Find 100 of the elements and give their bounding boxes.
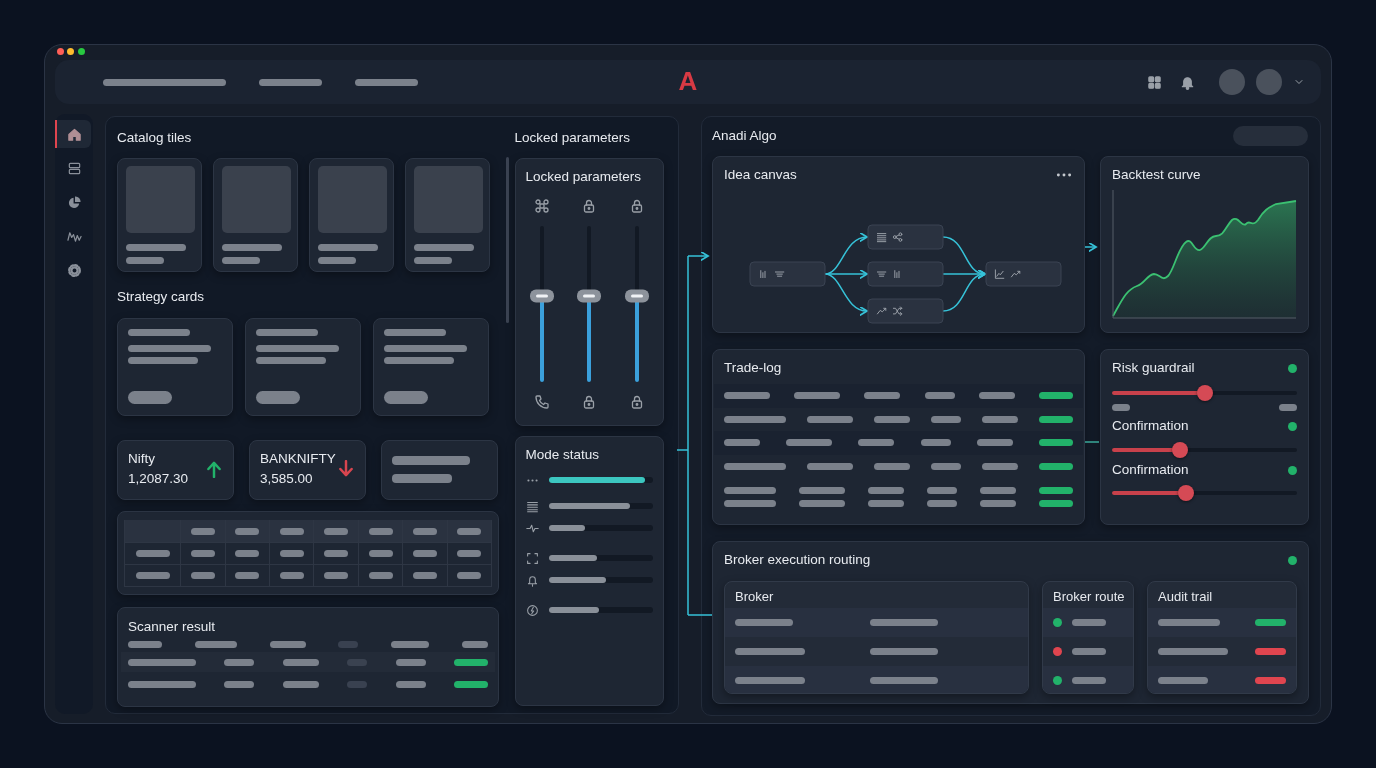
placeholder-bar — [1038, 392, 1073, 400]
placeholder-bar — [462, 640, 488, 648]
table-header: Broker — [734, 588, 775, 606]
placeholder-bar — [395, 658, 426, 666]
lock-icon — [629, 394, 645, 410]
slider-thumb[interactable] — [529, 289, 554, 303]
catalog-tile[interactable] — [405, 158, 490, 272]
apps-icon[interactable] — [1147, 74, 1162, 90]
placeholder-bar — [126, 244, 186, 251]
placeholder-bar — [191, 550, 216, 558]
card-title: Trade-log — [723, 359, 783, 377]
window-control[interactable] — [67, 48, 75, 55]
sidebar-item[interactable] — [55, 120, 91, 148]
phone-icon — [533, 394, 550, 410]
placeholder-bar — [453, 658, 488, 666]
placeholder-bar — [980, 487, 1016, 494]
placeholder-bar — [324, 550, 349, 558]
placeholder-bar — [724, 439, 760, 447]
placeholder-bar — [724, 392, 770, 400]
placeholder-bar — [1072, 677, 1106, 684]
slider-thumb[interactable] — [1178, 485, 1194, 501]
lines-icon — [876, 271, 887, 277]
card-title: Idea canvas — [724, 166, 797, 184]
placeholder-bar — [368, 550, 393, 558]
placeholder-bar — [1158, 619, 1220, 626]
slider-thumb[interactable] — [1196, 385, 1213, 401]
ticker-card[interactable]: Nifty 1,2087.30 — [117, 440, 234, 500]
placeholder-bar — [391, 640, 430, 648]
card-title: Backtest curve — [1112, 166, 1202, 184]
ticker-value: 1,2087.30 — [128, 470, 189, 488]
shuffle-icon — [892, 306, 903, 316]
connector-line — [1085, 440, 1099, 443]
strategy-card[interactable] — [245, 318, 361, 416]
command-icon — [533, 198, 550, 214]
placeholder-bar — [224, 658, 255, 666]
share-icon — [892, 232, 903, 242]
placeholder-bar — [191, 528, 216, 535]
placeholder-bar — [931, 415, 961, 423]
placeholder-bar — [279, 528, 304, 535]
scrollbar[interactable] — [505, 157, 509, 323]
strategy-card[interactable] — [117, 318, 233, 416]
ticker-name: BANKNIFTY — [260, 450, 336, 468]
placeholder-bar — [347, 680, 368, 688]
placeholder-bar — [384, 329, 446, 336]
settings-icon — [66, 262, 82, 278]
slider-thumb[interactable] — [625, 289, 649, 303]
placeholder-bar — [222, 257, 260, 264]
bars-icon — [894, 270, 900, 279]
slider-thumb[interactable] — [1172, 442, 1189, 458]
placeholder-bar — [368, 572, 393, 580]
flow-node[interactable] — [749, 261, 826, 287]
ticker-card[interactable] — [381, 440, 498, 500]
placeholder-bar — [194, 640, 237, 648]
placeholder-bar — [807, 462, 853, 470]
placeholder-bar — [1039, 415, 1073, 423]
section-title: Locked parameters — [514, 129, 632, 147]
placeholder-bar — [870, 677, 938, 684]
placeholder-bar — [864, 392, 901, 400]
placeholder-bar — [1158, 648, 1228, 655]
placeholder-bar — [412, 572, 437, 580]
flow-node[interactable] — [867, 261, 944, 287]
ticker-card[interactable]: BANKNIFTY 3,585.00 — [249, 440, 366, 500]
placeholder-bar — [191, 572, 216, 580]
strategy-card[interactable] — [373, 318, 489, 416]
connector-arrow — [1084, 241, 1097, 252]
tile-image-placeholder — [318, 166, 387, 233]
placeholder-pill — [128, 391, 172, 404]
catalog-tile[interactable] — [213, 158, 298, 272]
list-icon — [525, 499, 539, 513]
flow-node[interactable] — [985, 261, 1062, 287]
slider-label: Confirmation — [1112, 417, 1189, 435]
placeholder-bar — [799, 487, 845, 494]
server-icon — [66, 160, 82, 176]
placeholder-bar — [282, 658, 319, 666]
placeholder-bar — [135, 572, 170, 580]
placeholder-bar — [870, 648, 938, 655]
placeholder-bar — [235, 528, 260, 535]
flow-node[interactable] — [867, 298, 944, 324]
window-control[interactable] — [77, 48, 85, 55]
placeholder-bar — [347, 658, 368, 666]
placeholder-bar — [980, 500, 1016, 507]
slider-thumb[interactable] — [577, 289, 602, 303]
window-control[interactable] — [57, 48, 64, 55]
placeholder-bar — [414, 257, 452, 264]
flow-node[interactable] — [867, 224, 944, 250]
placeholder-bar — [978, 392, 1015, 400]
catalog-tile[interactable] — [309, 158, 394, 272]
placeholder-bar — [1112, 404, 1130, 411]
table-header: Audit trail — [1157, 588, 1214, 606]
notification-icon[interactable] — [1180, 74, 1195, 90]
slider-label: Confirmation — [1112, 461, 1189, 479]
catalog-tile[interactable] — [117, 158, 202, 272]
placeholder-bar — [858, 439, 895, 447]
placeholder-bar — [724, 500, 776, 507]
bars-icon — [760, 270, 766, 279]
placeholder-bar — [724, 462, 786, 470]
card-title: Risk guardrail — [1112, 359, 1195, 377]
placeholder-bar — [279, 572, 304, 580]
placeholder-bar — [927, 500, 957, 507]
placeholder-bar — [412, 528, 437, 535]
